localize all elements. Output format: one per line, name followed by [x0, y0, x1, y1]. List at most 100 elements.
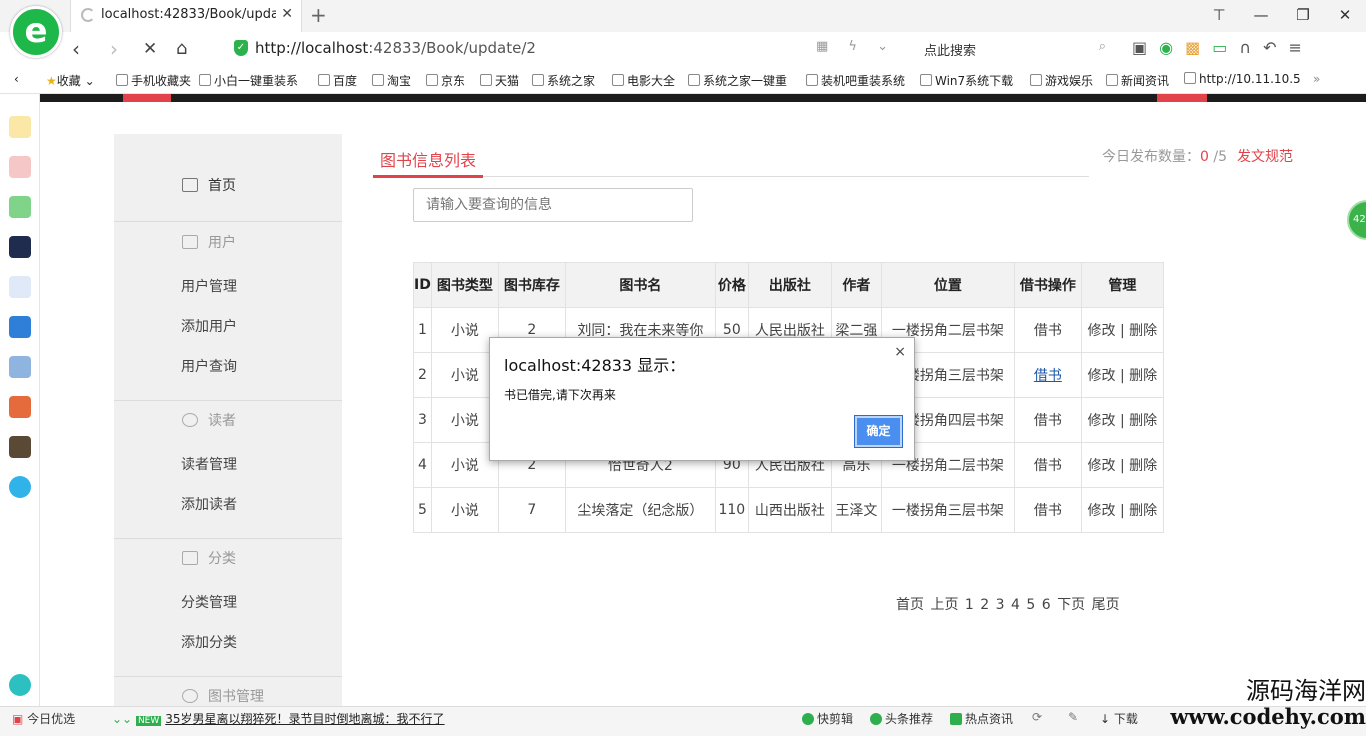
headphones-icon[interactable]: ∩ [1239, 38, 1251, 57]
menu-item-category-manage[interactable]: 分类管理 [181, 592, 237, 612]
dialog-ok-button[interactable]: 确定 [854, 415, 903, 448]
bookmark-item[interactable]: Win7系统下载 [920, 72, 1013, 89]
bookmark-item[interactable]: 百度 [318, 72, 357, 89]
home-button[interactable]: ⌂ [176, 38, 187, 59]
pager-page[interactable]: 1 [965, 597, 974, 613]
menu-icon[interactable]: ≡ [1288, 38, 1301, 57]
menu-item-user-query[interactable]: 用户查询 [181, 356, 237, 376]
delete-link[interactable]: 删除 [1129, 458, 1157, 474]
menu-item-add-category[interactable]: 添加分类 [181, 632, 237, 652]
menu-item-user-manage[interactable]: 用户管理 [181, 276, 237, 296]
battery-icon[interactable]: ▭ [1212, 38, 1227, 57]
delete-link[interactable]: 删除 [1129, 503, 1157, 519]
bookmark-item[interactable]: 系统之家一键重 [688, 72, 787, 89]
pager-page[interactable]: 6 [1042, 597, 1051, 613]
search-input[interactable] [413, 188, 693, 222]
borrow-link[interactable]: 借书 [1034, 413, 1062, 429]
menu-item-add-reader[interactable]: 添加读者 [181, 494, 237, 514]
bookmark-item[interactable]: 手机收藏夹 [116, 72, 191, 89]
stop-button[interactable]: ✕ [143, 39, 157, 59]
status-item[interactable]: 头条推荐 [870, 710, 933, 727]
search-icon[interactable]: ⌕ [1099, 39, 1106, 54]
delete-link[interactable]: 删除 [1129, 368, 1157, 384]
refresh-icon[interactable]: ⟳ [1032, 710, 1042, 724]
game-icon[interactable] [9, 436, 31, 458]
forward-button[interactable]: › [110, 37, 118, 61]
mail-icon[interactable] [9, 196, 31, 218]
borrow-link[interactable]: 借书 [1034, 503, 1062, 519]
game-icon[interactable] [9, 396, 31, 418]
pager-page[interactable]: 5 [1026, 597, 1035, 613]
minimize-button[interactable]: — [1240, 0, 1282, 32]
bookmark-item[interactable]: 京东 [426, 72, 465, 89]
pager-page[interactable]: 4 [1011, 597, 1020, 613]
delete-link[interactable]: 删除 [1129, 413, 1157, 429]
shirt-icon[interactable]: ⊤ [1198, 0, 1240, 32]
today-picks[interactable]: ▣ 今日优选 [12, 710, 75, 727]
menu-item-reader-manage[interactable]: 读者管理 [181, 454, 237, 474]
bookmark-item[interactable]: 游戏娱乐 [1030, 72, 1093, 89]
borrow-link[interactable]: 借书 [1034, 323, 1062, 339]
pager-prev[interactable]: 上页 [930, 597, 958, 613]
bookmark-item[interactable]: 电影大全 [612, 72, 675, 89]
pager-page[interactable]: 3 [996, 597, 1005, 613]
status-item[interactable]: 热点资讯 [950, 710, 1013, 727]
search-box[interactable]: 点此搜索 ⌕ [916, 37, 1112, 61]
status-item[interactable]: 快剪辑 [802, 710, 853, 727]
chat-bubble-icon[interactable] [9, 316, 31, 338]
maximize-button[interactable]: ❐ [1282, 0, 1324, 32]
back-button[interactable]: ‹ [72, 37, 80, 61]
bookmark-item[interactable]: 淘宝 [372, 72, 411, 89]
new-tab-button[interactable]: + [310, 3, 327, 27]
bookmark-item[interactable]: 装机吧重装系统 [806, 72, 905, 89]
download-button[interactable]: ↓ 下载 [1100, 710, 1138, 727]
cell-id: 4 [413, 442, 432, 488]
posting-rules-link[interactable]: 发文规范 [1237, 146, 1293, 166]
pin-icon[interactable]: ✎ [1068, 710, 1078, 724]
delete-link[interactable]: 删除 [1129, 323, 1157, 339]
borrow-link[interactable]: 借书 [1034, 368, 1062, 384]
game-icon[interactable] [9, 356, 31, 378]
undo-icon[interactable]: ↶ [1263, 38, 1276, 57]
edit-link[interactable]: 修改 [1088, 368, 1116, 384]
edit-link[interactable]: 修改 [1088, 413, 1116, 429]
edit-link[interactable]: 修改 [1088, 458, 1116, 474]
favorites-icon[interactable] [9, 116, 31, 138]
pager-first[interactable]: 首页 [896, 597, 924, 613]
bookmark-item[interactable]: http://10.11.10.5 [1184, 72, 1301, 86]
add-icon[interactable] [9, 674, 31, 696]
borrow-link[interactable]: 借书 [1034, 458, 1062, 474]
close-window-button[interactable]: ✕ [1324, 0, 1366, 32]
qr-lightning-icons[interactable]: ▦ ϟ ⌄ [816, 39, 896, 54]
address-bar[interactable]: ✓ http://localhost:42833/Book/update/2 ▦… [230, 37, 910, 61]
dialog-close-icon[interactable]: × [894, 344, 906, 360]
bookmarks-toggle[interactable]: ‹ [14, 72, 19, 86]
edit-link[interactable]: 修改 [1088, 323, 1116, 339]
pager-next[interactable]: 下页 [1057, 597, 1085, 613]
news-ticker[interactable]: ⌄⌄ NEW 35岁男星离以翔猝死！录节目时倒地离城：我不行了 [112, 710, 445, 727]
url-host: http://localhost [255, 39, 369, 57]
edit-link[interactable]: 修改 [1088, 503, 1116, 519]
floating-widget[interactable]: 42 [1347, 200, 1366, 240]
bookmark-item[interactable]: 新闻资讯 [1106, 72, 1169, 89]
cell-name: 尘埃落定（纪念版） [564, 487, 716, 533]
menu-home[interactable]: 首页 [114, 166, 342, 206]
pager-last[interactable]: 尾页 [1092, 597, 1120, 613]
bookmark-item[interactable]: 系统之家 [532, 72, 595, 89]
apps-icon[interactable]: ▩ [1185, 38, 1200, 57]
bookmark-favorites[interactable]: ★收藏 ⌄ [46, 72, 95, 89]
bookmarks-more[interactable]: » [1313, 72, 1320, 86]
weibo-icon[interactable] [9, 156, 31, 178]
chat-icon[interactable]: ◉ [1159, 38, 1173, 57]
tab-book-list[interactable]: 图书信息列表 [380, 147, 476, 171]
pager-page[interactable]: 2 [980, 597, 989, 613]
bookmark-item[interactable]: 小白一键重装系 [199, 72, 298, 89]
doc-icon[interactable] [9, 276, 31, 298]
bookmark-item[interactable]: 天猫 [480, 72, 519, 89]
extension-icon[interactable]: ▣ [1132, 38, 1147, 57]
browser-tab[interactable]: localhost:42833/Book/update/2 ✕ [70, 0, 302, 32]
p-icon[interactable] [9, 476, 31, 498]
tab-close-icon[interactable]: ✕ [281, 6, 293, 22]
menu-item-add-user[interactable]: 添加用户 [181, 316, 237, 336]
news-icon[interactable] [9, 236, 31, 258]
